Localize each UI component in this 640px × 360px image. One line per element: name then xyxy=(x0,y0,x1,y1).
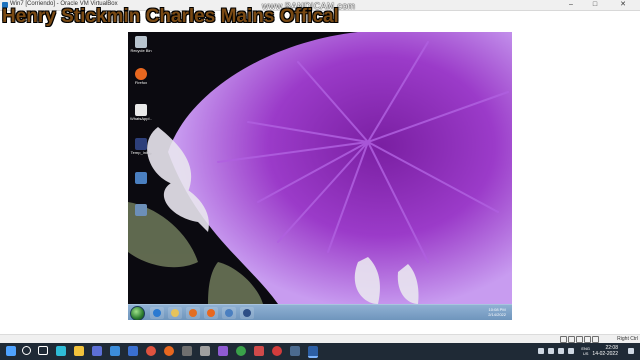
battery-icon[interactable] xyxy=(568,348,574,354)
tray-arrow-icon[interactable] xyxy=(538,348,544,354)
hdd-status-icon[interactable] xyxy=(560,336,567,343)
host-key-label: Right Ctrl xyxy=(617,336,638,342)
settings-icon[interactable] xyxy=(200,346,210,356)
xbox-icon[interactable] xyxy=(236,346,246,356)
store-icon[interactable] xyxy=(92,346,102,356)
virtualbox-app-icon xyxy=(243,309,251,317)
start-orb-icon[interactable] xyxy=(130,306,145,320)
video-overlay-title: Henry Stickmin Charles Mains Offical xyxy=(2,6,339,27)
search-icon[interactable] xyxy=(22,346,31,355)
explorer-folder-icon xyxy=(171,309,179,317)
desktop-icon-windows[interactable] xyxy=(130,172,152,184)
guest-taskbar: 10:08 PM 2/14/2022 xyxy=(128,304,512,320)
windows-start-icon[interactable] xyxy=(6,346,16,356)
flower-wallpaper xyxy=(128,32,512,304)
document-icon xyxy=(135,104,147,116)
taskbar-pin-virtualbox[interactable] xyxy=(240,307,254,319)
host-taskbar: ENG US 22:08 14-02-2022 xyxy=(0,343,640,360)
shared-folder-icon[interactable] xyxy=(592,336,599,343)
wifi-icon[interactable] xyxy=(548,348,554,354)
close-button[interactable]: ✕ xyxy=(612,0,634,10)
file-icon xyxy=(135,138,147,150)
taskbar-pin-explorer[interactable] xyxy=(168,307,182,319)
desktop-icon-file[interactable]: Temp_Init... xyxy=(130,138,152,155)
virtualbox-icon[interactable] xyxy=(308,346,318,358)
file-explorer-icon[interactable] xyxy=(74,346,84,356)
desktop-icon-app[interactable] xyxy=(130,204,152,216)
terminal-icon[interactable] xyxy=(182,346,192,356)
steam-icon[interactable] xyxy=(290,346,300,356)
firefox-icon xyxy=(135,68,147,80)
notifications-icon[interactable] xyxy=(628,348,634,354)
guest-clock[interactable]: 10:08 PM 2/14/2022 xyxy=(488,307,506,317)
taskbar-pin-ie[interactable] xyxy=(150,307,164,319)
network-status-icon[interactable] xyxy=(576,336,583,343)
app-icon xyxy=(135,204,147,216)
taskbar-pin-media[interactable] xyxy=(186,307,200,319)
taskbar-pin-windows[interactable] xyxy=(222,307,236,319)
calendar-icon[interactable] xyxy=(254,346,264,356)
usb-status-icon[interactable] xyxy=(584,336,591,343)
firefox-icon[interactable] xyxy=(164,346,174,356)
photos-icon[interactable] xyxy=(110,346,120,356)
host-date: 14-02-2022 xyxy=(592,351,618,357)
taskbar-pin-firefox[interactable] xyxy=(204,307,218,319)
ie-icon xyxy=(153,309,161,317)
volume-icon[interactable] xyxy=(558,348,564,354)
desktop-icon-document[interactable]: WhatsAppI... xyxy=(130,104,152,121)
desktop-icon-recycle-bin[interactable]: Recycle Bin xyxy=(130,36,152,53)
media-player-icon xyxy=(189,309,197,317)
windows-flag-icon xyxy=(225,309,233,317)
mail-icon[interactable] xyxy=(128,346,138,356)
guest-screen[interactable]: Recycle Bin Firefox WhatsAppI... Temp_In… xyxy=(128,32,512,320)
recycle-bin-icon xyxy=(135,36,147,48)
chrome-icon[interactable] xyxy=(146,346,156,356)
bandicam-icon[interactable] xyxy=(272,346,282,356)
task-view-icon[interactable] xyxy=(38,346,48,355)
language-indicator[interactable]: ENG US xyxy=(581,346,590,356)
windows-flag-icon xyxy=(135,172,147,184)
guest-date: 2/14/2022 xyxy=(488,312,506,317)
app-icon[interactable] xyxy=(218,346,228,356)
host-clock[interactable]: 22:08 14-02-2022 xyxy=(592,345,618,357)
firefox-icon xyxy=(207,309,215,317)
maximize-button[interactable]: □ xyxy=(584,0,606,10)
edge-icon[interactable] xyxy=(56,346,66,356)
optical-status-icon[interactable] xyxy=(568,336,575,343)
desktop-icon-firefox[interactable]: Firefox xyxy=(130,68,152,85)
minimize-button[interactable]: – xyxy=(560,0,582,10)
